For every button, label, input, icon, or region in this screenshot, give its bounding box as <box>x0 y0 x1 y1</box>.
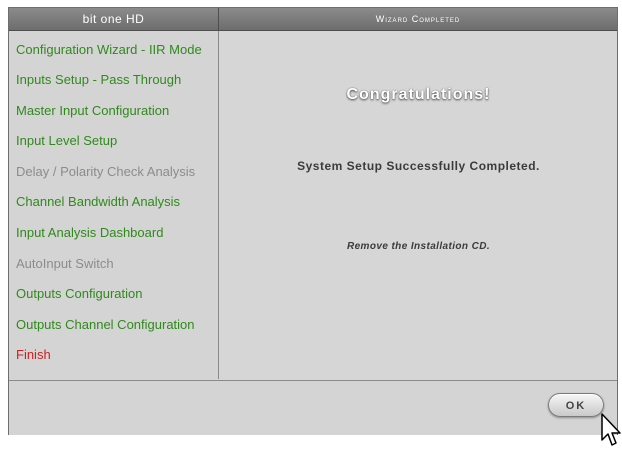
step-autoinput-switch[interactable]: AutoInput Switch <box>16 256 114 271</box>
title-bar: bit one HD Wizard Completed <box>9 8 617 31</box>
mouse-pointer-icon <box>601 413 621 446</box>
wizard-window: bit one HD Wizard Completed Configuratio… <box>8 7 618 435</box>
success-message: System Setup Successfully Completed. <box>297 159 540 173</box>
app-title: bit one HD <box>9 8 219 30</box>
step-delay-polarity-check[interactable]: Delay / Polarity Check Analysis <box>16 164 195 179</box>
ok-button[interactable]: OK <box>548 393 604 417</box>
step-master-input-configuration[interactable]: Master Input Configuration <box>16 103 169 118</box>
congratulations-heading: Congratulations! <box>346 86 491 103</box>
step-channel-bandwidth-analysis[interactable]: Channel Bandwidth Analysis <box>16 194 180 209</box>
step-input-level-setup[interactable]: Input Level Setup <box>16 133 117 148</box>
step-configuration-wizard[interactable]: Configuration Wizard - IIR Mode <box>16 42 202 57</box>
step-inputs-setup[interactable]: Inputs Setup - Pass Through <box>16 72 181 87</box>
step-finish[interactable]: Finish <box>16 347 51 362</box>
remove-cd-note: Remove the Installation CD. <box>346 241 491 252</box>
wizard-content-panel: Congratulations! System Setup Successful… <box>220 31 617 379</box>
step-outputs-channel-configuration[interactable]: Outputs Channel Configuration <box>16 317 195 332</box>
step-outputs-configuration[interactable]: Outputs Configuration <box>16 286 142 301</box>
wizard-steps-sidebar: Configuration Wizard - IIR Mode Inputs S… <box>9 31 219 379</box>
button-bar <box>9 380 617 435</box>
page-title: Wizard Completed <box>375 14 461 24</box>
step-input-analysis-dashboard[interactable]: Input Analysis Dashboard <box>16 225 163 240</box>
